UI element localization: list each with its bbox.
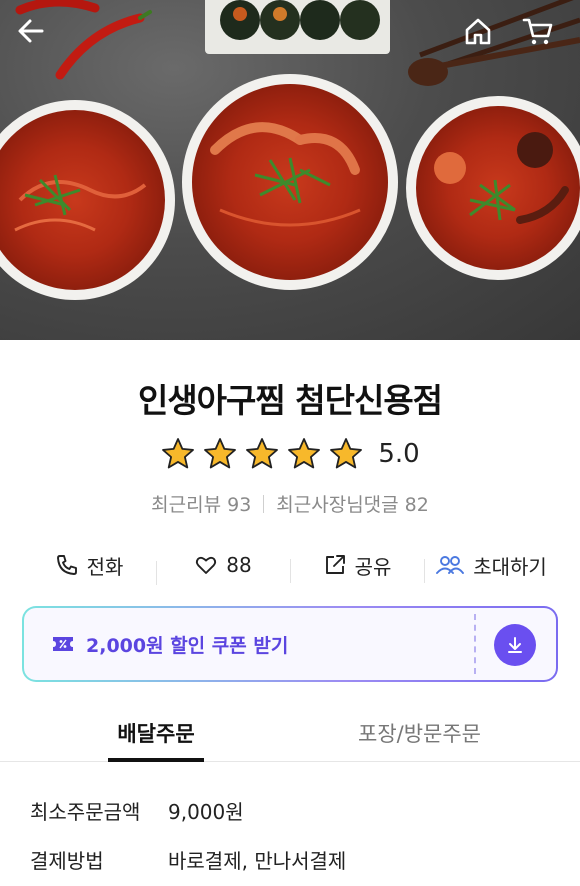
action-bar: 전화 88 공유 초대하기 — [22, 545, 558, 585]
call-label: 전화 — [86, 554, 124, 579]
min-order-label: 최소주문금액 — [30, 800, 141, 824]
like-button[interactable]: 88 — [156, 553, 290, 585]
rating-row: 5.0 — [0, 436, 580, 472]
tab-delivery-label: 배달주문 — [117, 722, 195, 746]
star-icon — [204, 438, 237, 469]
coupon-text: 2,000원 할인 쿠폰 받기 — [24, 631, 474, 658]
share-label: 공유 — [354, 554, 392, 579]
coupon-icon — [53, 637, 73, 651]
payment-label: 결제방법 — [30, 849, 104, 873]
coupon-download-button[interactable] — [494, 624, 536, 666]
arrow-left-icon — [18, 19, 44, 43]
tab-pickup[interactable]: 포장/방문주문 — [312, 712, 580, 761]
heart-icon — [196, 556, 217, 574]
star-icon — [288, 438, 321, 469]
share-button[interactable]: 공유 — [290, 551, 424, 583]
star-icon — [330, 438, 363, 469]
call-button[interactable]: 전화 — [22, 551, 156, 580]
payment-value: 바로결제, 만나서결제 — [168, 849, 347, 873]
min-order-row: 최소주문금액 9,000원 — [30, 796, 570, 825]
invite-label: 초대하기 — [473, 554, 547, 579]
phone-icon — [56, 555, 77, 575]
tab-delivery[interactable]: 배달주문 — [0, 712, 312, 762]
back-button[interactable] — [16, 16, 56, 56]
star-icon — [162, 438, 195, 469]
store-name: 인생아구찜 첨단신용점 — [137, 381, 443, 420]
owner-replies-link[interactable]: 최근사장님댓글 82 — [276, 490, 429, 517]
like-count: 88 — [226, 553, 252, 577]
group-icon — [436, 556, 465, 574]
share-icon — [325, 555, 345, 574]
recent-reviews-link[interactable]: 최근리뷰 93 — [151, 490, 251, 517]
min-order-value: 9,000원 — [168, 800, 244, 824]
payment-row: 결제방법 바로결제, 만나서결제 — [30, 845, 570, 874]
active-tab-indicator — [108, 758, 204, 762]
review-stats: 최근리뷰 93 최근사장님댓글 82 — [0, 490, 580, 517]
divider — [263, 494, 265, 513]
home-icon — [465, 18, 491, 45]
download-icon — [508, 637, 522, 653]
cart-button[interactable] — [522, 16, 562, 56]
order-type-tabs: 배달주문 포장/방문주문 — [0, 712, 580, 762]
invite-button[interactable]: 초대하기 — [424, 551, 558, 583]
coupon-divider — [474, 614, 476, 674]
coupon-banner[interactable]: 2,000원 할인 쿠폰 받기 — [22, 606, 558, 682]
cart-icon — [522, 18, 553, 45]
home-button[interactable] — [463, 16, 503, 56]
coupon-label: 2,000원 할인 쿠폰 받기 — [86, 634, 289, 657]
tab-pickup-label: 포장/방문주문 — [358, 722, 481, 746]
star-icon — [246, 438, 279, 469]
hero-food-image — [0, 0, 580, 340]
coupon-inner: 2,000원 할인 쿠폰 받기 — [24, 608, 556, 680]
rating-value: 5.0 — [378, 439, 420, 469]
